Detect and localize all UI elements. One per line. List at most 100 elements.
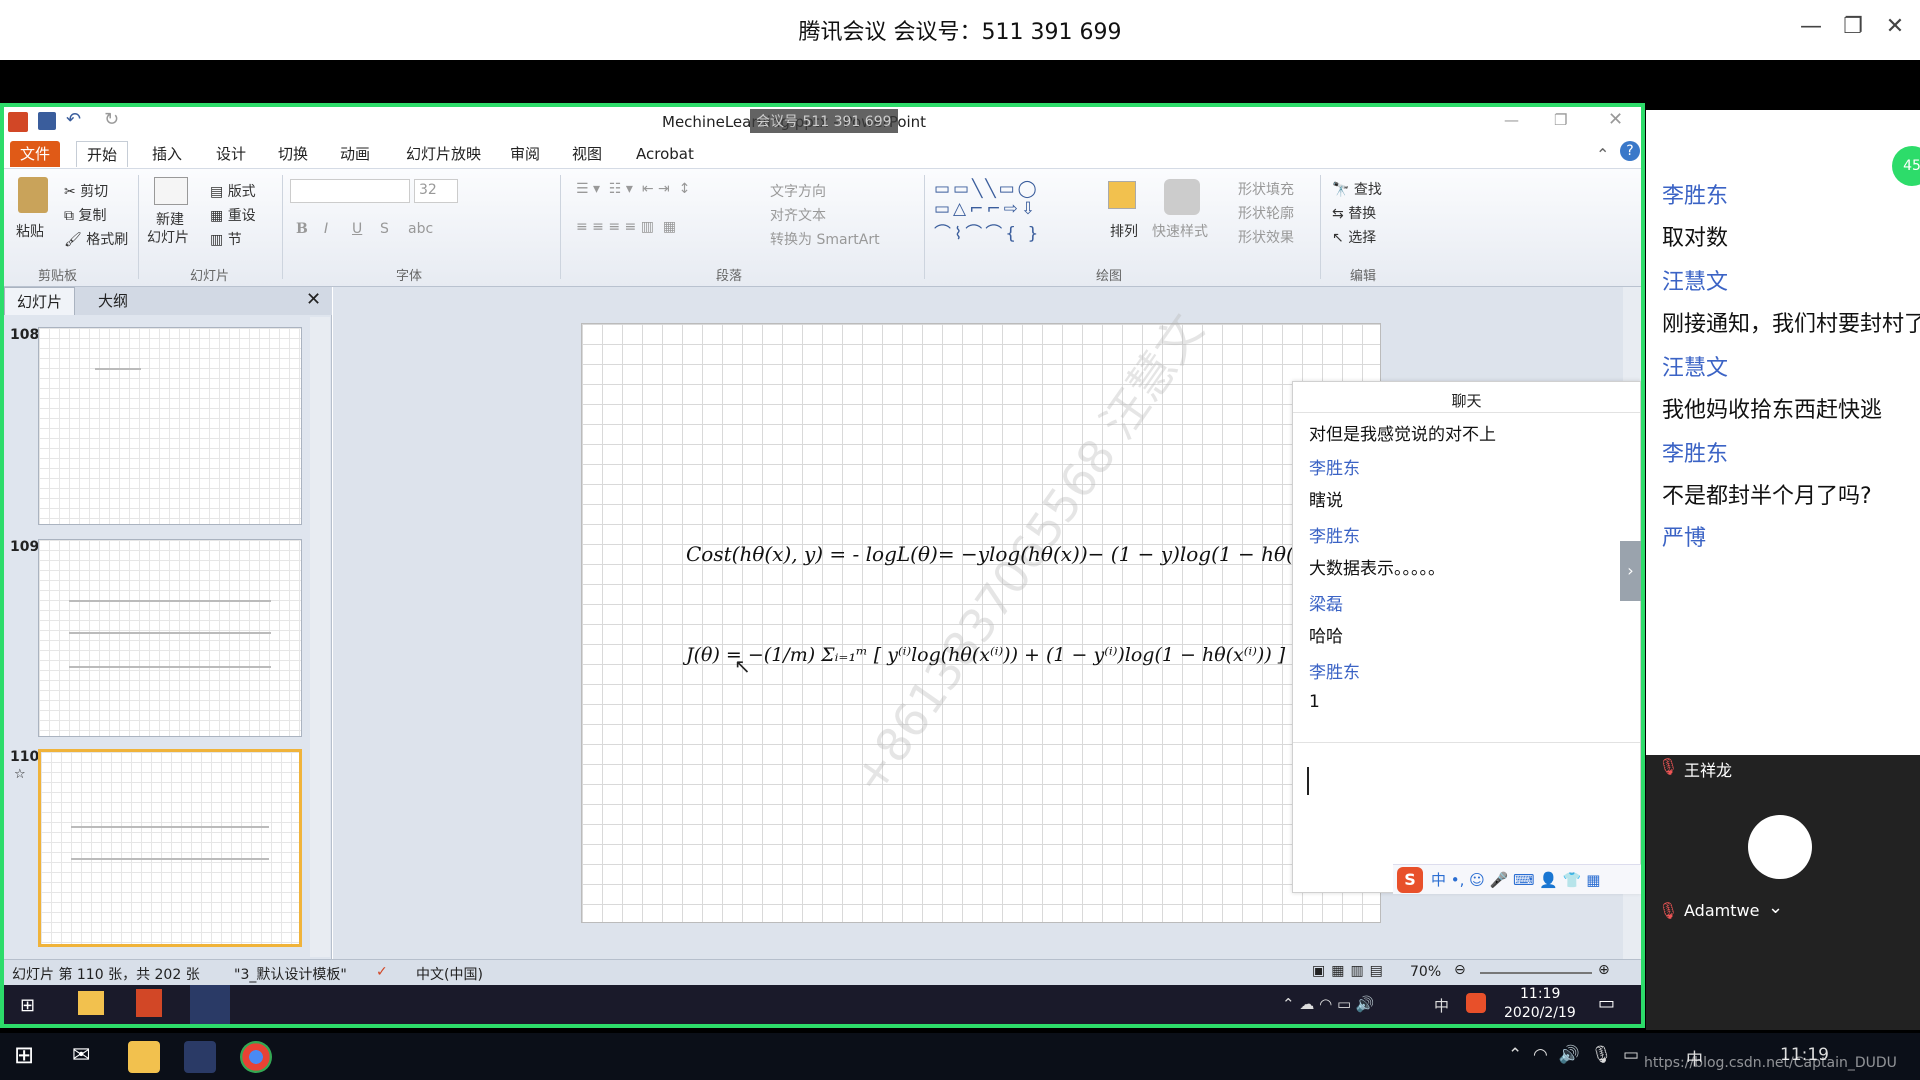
paste-icon[interactable] xyxy=(18,177,48,213)
tab-acrobat[interactable]: Acrobat xyxy=(626,141,704,167)
align-text-button[interactable]: 对齐文本 xyxy=(770,205,826,225)
slide-thumbnail-selected[interactable] xyxy=(38,749,302,947)
slide-thumbnail[interactable] xyxy=(38,539,302,737)
cost-formula[interactable]: Cost(hθ(x), y) = - logL(θ)= −ylog(hθ(x))… xyxy=(686,542,1321,566)
tab-review[interactable]: 审阅 xyxy=(500,141,550,167)
view-buttons-icon[interactable]: ▣▦▥▤ xyxy=(1312,963,1389,979)
convert-smartart-button[interactable]: 转换为 SmartArt xyxy=(770,229,880,249)
underline-button[interactable]: U xyxy=(352,221,362,237)
quick-styles-button[interactable]: 快速样式 xyxy=(1152,221,1208,241)
find-button[interactable]: 🔭 查找 xyxy=(1332,179,1382,199)
j-theta-formula[interactable]: J(θ) = −(1/m) Σᵢ₌₁ᵐ [ y⁽ⁱ⁾log(hθ(x⁽ⁱ⁾)) … xyxy=(686,644,1285,666)
quick-styles-icon[interactable] xyxy=(1164,179,1200,215)
shape-fill-button[interactable]: 形状填充 xyxy=(1238,179,1294,199)
copy-button[interactable]: ⧉ 复制 xyxy=(64,205,106,225)
file-explorer-icon[interactable] xyxy=(128,1041,160,1073)
layout-button[interactable]: ▤ 版式 xyxy=(210,181,256,201)
participant-badge[interactable]: 45 xyxy=(1892,146,1920,186)
binoculars-icon: 🔭 xyxy=(1332,182,1354,198)
powerpoint-taskbar-icon[interactable] xyxy=(136,989,162,1017)
spellcheck-icon[interactable]: ✓ xyxy=(376,964,388,980)
arrange-button[interactable]: 排列 xyxy=(1110,221,1138,241)
mail-icon[interactable]: ✉ xyxy=(72,1043,90,1068)
italic-button[interactable]: I xyxy=(324,221,328,237)
expand-panel-icon[interactable]: › xyxy=(1620,541,1641,601)
tab-design[interactable]: 设计 xyxy=(206,141,256,167)
windows-start-icon[interactable]: ⊞ xyxy=(20,995,35,1016)
font-size-select[interactable]: 32 xyxy=(414,179,458,203)
close-icon[interactable]: ✕ xyxy=(1880,14,1910,39)
new-slide-label-2[interactable]: 幻灯片 xyxy=(147,227,189,247)
paste-button[interactable]: 粘贴 xyxy=(16,221,44,241)
new-slide-label-1[interactable]: 新建 xyxy=(156,209,184,229)
collapse-ribbon-icon[interactable]: ⌃ xyxy=(1596,145,1609,164)
chat-message: 不是都封半个月了吗? xyxy=(1662,484,1872,509)
font-name-select[interactable] xyxy=(290,179,410,203)
cut-button[interactable]: ✂ 剪切 xyxy=(64,181,108,201)
tray-icons[interactable]: ⌃ ◠ 🔊 🎙 ▭ xyxy=(1508,1045,1639,1065)
format-painter-button[interactable]: 🖌 格式刷 xyxy=(64,229,128,249)
ppt-minimize-icon[interactable]: — xyxy=(1504,111,1519,129)
taskbar: ⊞ ✉ ⌃ ◠ 🔊 🎙 ▭ 中 11:19 https://blog.csdn.… xyxy=(0,1033,1920,1080)
tab-outline[interactable]: 大纲 xyxy=(86,287,140,315)
shape-outline-button[interactable]: 形状轮廓 xyxy=(1238,203,1294,223)
chrome-icon[interactable] xyxy=(240,1041,272,1073)
sogou-tray-icon[interactable] xyxy=(1466,993,1486,1013)
minimize-icon[interactable]: — xyxy=(1796,14,1826,39)
select-button[interactable]: ↖ 选择 xyxy=(1332,227,1376,247)
restore-icon[interactable]: ❐ xyxy=(1838,14,1868,39)
panel-scrollbar[interactable] xyxy=(310,317,330,957)
tencent-meeting-icon[interactable] xyxy=(190,985,230,1024)
tray-icons[interactable]: ⌃ ☁ ◠ ▭ 🔊 xyxy=(1282,995,1375,1013)
zoom-in-icon[interactable]: ⊕ xyxy=(1598,962,1610,978)
save-icon[interactable] xyxy=(38,112,56,130)
sogou-icon[interactable]: S xyxy=(1397,867,1423,893)
video-panel: 🎙 王祥龙 🎙 Adamtwe ⌄ xyxy=(1646,755,1920,1030)
tab-view[interactable]: 视图 xyxy=(562,141,612,167)
tray-ime[interactable]: 中 xyxy=(1434,995,1449,1016)
tab-animations[interactable]: 动画 xyxy=(330,141,380,167)
text-direction-button[interactable]: 文字方向 xyxy=(770,181,826,201)
ppt-restore-icon[interactable]: ❐ xyxy=(1554,111,1567,129)
tab-insert[interactable]: 插入 xyxy=(142,141,192,167)
current-slide[interactable]: +8613837065568 汪慧文 Cost(hθ(x), y) = - lo… xyxy=(581,304,1381,923)
bold-button[interactable]: B xyxy=(296,221,308,237)
replace-button[interactable]: ⇆ 替换 xyxy=(1332,203,1376,223)
bullets-icon[interactable]: ☰ ▾ ☷ ▾ ⇤ ⇥ ↕ xyxy=(576,181,690,197)
tab-slides[interactable]: 幻灯片 xyxy=(4,287,76,315)
powerpoint-icon xyxy=(8,112,28,132)
file-explorer-icon[interactable] xyxy=(78,991,104,1015)
chevron-down-icon[interactable]: ⌄ xyxy=(1768,897,1783,918)
tab-transitions[interactable]: 切换 xyxy=(268,141,318,167)
tab-file[interactable]: 文件 xyxy=(10,141,61,167)
strikethrough-button[interactable]: abc xyxy=(408,221,433,237)
tab-home[interactable]: 开始 xyxy=(76,141,129,167)
avatar[interactable] xyxy=(1748,815,1812,879)
undo-icon[interactable]: ↶ xyxy=(66,109,81,130)
windows-start-icon[interactable]: ⊞ xyxy=(14,1041,34,1069)
section-button[interactable]: ▥ 节 xyxy=(210,229,242,249)
new-slide-icon[interactable] xyxy=(154,177,188,205)
zoom-slider[interactable] xyxy=(1480,972,1592,974)
redo-icon[interactable]: ↻ xyxy=(104,109,119,130)
ppt-close-icon[interactable]: ✕ xyxy=(1608,109,1623,130)
shapes-gallery-icon[interactable]: ▭▭╲╲▭◯ ▭△⌐⌐⇨⇩ ⌒⌇⌒⌒{ } xyxy=(934,179,1041,244)
shape-effects-button[interactable]: 形状效果 xyxy=(1238,227,1294,247)
arrange-icon[interactable] xyxy=(1108,181,1136,209)
meeting-title: 腾讯会议 会议号：511 391 699 xyxy=(798,20,1122,45)
shadow-button[interactable]: S xyxy=(380,221,389,237)
tencent-meeting-icon[interactable] xyxy=(184,1041,216,1073)
tab-slideshow[interactable]: 幻灯片放映 xyxy=(396,141,491,167)
notification-icon[interactable]: ▭ xyxy=(1598,993,1615,1014)
help-icon[interactable]: ? xyxy=(1620,141,1640,161)
slide-thumbnail[interactable] xyxy=(38,327,302,525)
thumbnail-text xyxy=(69,632,271,634)
alignment-icon[interactable]: ≡ ≡ ≡ ≡ ▥ ▦ xyxy=(576,219,676,235)
close-panel-icon[interactable]: ✕ xyxy=(306,289,321,310)
font-group-label: 字体 xyxy=(396,269,423,284)
section-icon: ▥ xyxy=(210,232,228,248)
reset-button[interactable]: ▦ 重设 xyxy=(210,205,256,225)
zoom-out-icon[interactable]: ⊖ xyxy=(1454,962,1466,978)
chat-sender: 严博 xyxy=(1662,526,1707,551)
ime-icons[interactable]: 中 •, ☺ 🎤 ⌨ 👤 👕 ▦ xyxy=(1431,869,1600,890)
